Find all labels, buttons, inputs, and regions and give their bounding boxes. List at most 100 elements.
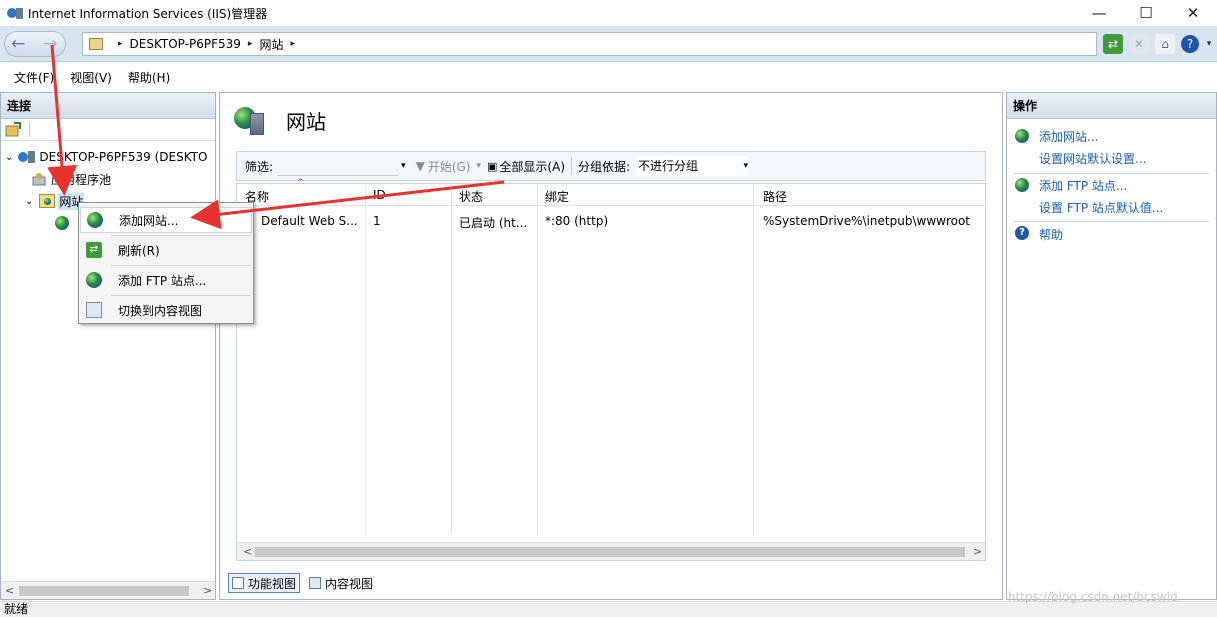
action-add-site[interactable]: 添加网站... (1039, 128, 1098, 145)
sites-folder-icon (39, 194, 56, 208)
close-button[interactable]: ✕ (1168, 0, 1217, 26)
connections-tree: ⌄ DESKTOP-P6PF539 (DESKTO 应用程序池 ⌄ 网站 (1, 141, 215, 230)
group-by-label: 分组依据: (578, 159, 631, 174)
action-site-defaults[interactable]: 设置网站默认设置... (1039, 150, 1146, 167)
cell-name[interactable]: Default Web S... (261, 214, 365, 228)
help-icon[interactable]: ? (1181, 35, 1199, 53)
stop-icon[interactable]: ✕ (1129, 34, 1149, 54)
column-header-path[interactable]: 路径 (763, 188, 787, 205)
menu-file[interactable]: 文件(F) (6, 69, 62, 86)
context-menu: 添加网站... ⇄ 刷新(R) 添加 FTP 站点... 切换到内容视图 (78, 202, 254, 324)
tab-label: 内容视图 (325, 576, 374, 591)
column-header-binding[interactable]: 绑定 (545, 188, 569, 205)
scroll-left-arrow[interactable]: < (243, 543, 252, 561)
toolbar-divider (29, 122, 30, 137)
breadcrumb-sites[interactable]: 网站 (259, 36, 283, 53)
tree-node-server[interactable]: ⌄ DESKTOP-P6PF539 (DESKTO (5, 147, 207, 167)
cell-status: 已启动 (ht... (459, 216, 528, 230)
filter-input[interactable] (277, 156, 400, 176)
minimize-button[interactable]: — (1074, 0, 1124, 26)
status-text: 就绪 (4, 602, 29, 616)
actions-header: 操作 (1007, 93, 1216, 119)
action-ftp-defaults[interactable]: 设置 FTP 站点默认值... (1039, 199, 1163, 216)
view-tabs: 功能视图 内容视图 (228, 573, 376, 593)
menu-help[interactable]: 帮助(H) (120, 69, 178, 86)
group-by-select[interactable]: 不进行分组 ▾ (636, 156, 749, 176)
tab-features-view[interactable]: 功能视图 (228, 573, 301, 593)
action-help[interactable]: 帮助 (1039, 226, 1063, 243)
scroll-thumb[interactable] (19, 586, 189, 596)
show-all-button[interactable]: 全部显示(A) (499, 158, 565, 175)
server-icon (18, 151, 36, 163)
home-icon[interactable]: ⌂ (1155, 34, 1175, 54)
refresh-icon: ⇄ (86, 242, 102, 258)
refresh-icon[interactable]: ⇄ (1103, 34, 1123, 54)
cell-id: 1 (373, 214, 381, 228)
tab-content-view[interactable]: 内容视图 (306, 573, 376, 593)
cell-binding: *:80 (http) (545, 214, 609, 228)
ctx-label: 切换到内容视图 (118, 303, 203, 318)
iis-app-icon (7, 8, 23, 19)
filter-toolbar: 筛选: ▾ ▼ 开始(G) ▾ ▣ 全部显示(A) 分组依据: 不进行分组 ▾ (236, 151, 986, 181)
menu-view[interactable]: 视图(V) (62, 69, 120, 86)
ctx-switch-content-view[interactable]: 切换到内容视图 (80, 297, 252, 323)
funnel-icon: ▼ (415, 159, 425, 173)
table-horizontal-scrollbar[interactable]: < > (237, 542, 985, 560)
group-by-value: 不进行分组 (638, 159, 699, 173)
ctx-label: 添加网站... (119, 213, 179, 228)
tree-label-server[interactable]: DESKTOP-P6PF539 (DESKTO (39, 150, 207, 164)
nav-buttons: ← → (4, 31, 66, 57)
scroll-left-arrow[interactable]: < (5, 582, 14, 600)
actions-divider (1013, 173, 1209, 174)
forward-arrow-icon[interactable]: → (43, 34, 57, 54)
chevron-down-icon[interactable]: ▾ (744, 156, 749, 176)
toolbar-icons: ⇄ ✕ ⌂ ? ▾ (1103, 34, 1213, 54)
maximize-button[interactable]: ☐ (1121, 0, 1171, 26)
start-button[interactable]: 开始(G) (428, 158, 471, 175)
ctx-add-ftp[interactable]: 添加 FTP 站点... (80, 267, 252, 293)
connections-toolbar (1, 119, 215, 141)
back-arrow-icon[interactable]: ← (11, 34, 25, 54)
add-ftp-icon (1015, 178, 1029, 192)
content-view-icon (309, 577, 322, 589)
scroll-right-arrow[interactable]: > (203, 582, 212, 600)
tab-label: 功能视图 (248, 576, 297, 591)
menu-bar: 文件(F) 视图(V) 帮助(H) (0, 63, 1217, 91)
breadcrumb-separator[interactable]: ▸ (248, 39, 253, 49)
breadcrumb-separator[interactable]: ▸ (290, 39, 295, 49)
iis-manager-window: Internet Information Services (IIS)管理器 —… (0, 0, 1217, 617)
show-all-icon: ▣ (487, 159, 498, 173)
add-site-icon (87, 212, 103, 228)
expand-icon[interactable]: ⌄ (5, 152, 13, 163)
action-add-ftp[interactable]: 添加 FTP 站点... (1039, 177, 1127, 194)
start-dropdown-icon[interactable]: ▾ (476, 161, 481, 171)
tree-node-sites[interactable]: ⌄ 网站 (25, 191, 85, 211)
ctx-add-site[interactable]: 添加网站... (80, 207, 252, 233)
ctx-refresh[interactable]: ⇄ 刷新(R) (80, 237, 252, 263)
tree-node-app-pools[interactable]: 应用程序池 (31, 169, 111, 189)
website-globe-icon (55, 216, 69, 230)
breadcrumb-server[interactable]: DESKTOP-P6PF539 (130, 37, 241, 51)
help-dropdown-icon[interactable]: ▾ (1205, 34, 1213, 54)
tree-node-default-site[interactable] (55, 213, 69, 233)
app-pools-icon (32, 173, 46, 186)
sites-content-panel: 网站 筛选: ▾ ▼ 开始(G) ▾ ▣ 全部显示(A) 分组依据: 不进行分组… (219, 92, 1003, 600)
breadcrumb-separator[interactable]: ▸ (118, 39, 123, 49)
connections-header: 连接 (1, 93, 215, 119)
address-toolbar: ← → ▸ DESKTOP-P6PF539 ▸ 网站 ▸ ⇄ ✕ ⌂ ? ▾ (0, 26, 1217, 62)
tree-label-app-pools[interactable]: 应用程序池 (51, 171, 111, 188)
help-icon: ? (1015, 226, 1029, 240)
column-divider (451, 184, 452, 534)
filter-dropdown-icon[interactable]: ▾ (401, 161, 406, 171)
column-divider (537, 184, 538, 534)
scroll-thumb[interactable] (255, 547, 965, 557)
menu-separator (111, 235, 251, 236)
create-connection-icon[interactable] (5, 121, 21, 138)
ctx-label: 添加 FTP 站点... (118, 273, 207, 288)
expand-icon[interactable]: ⌄ (25, 196, 33, 207)
address-breadcrumb[interactable]: ▸ DESKTOP-P6PF539 ▸ 网站 ▸ (82, 32, 1097, 56)
column-header-status[interactable]: 状态 (459, 188, 483, 205)
connections-horizontal-scrollbar[interactable]: < > (1, 581, 215, 599)
scroll-right-arrow[interactable]: > (973, 543, 982, 561)
column-header-id[interactable]: ID (373, 188, 386, 202)
